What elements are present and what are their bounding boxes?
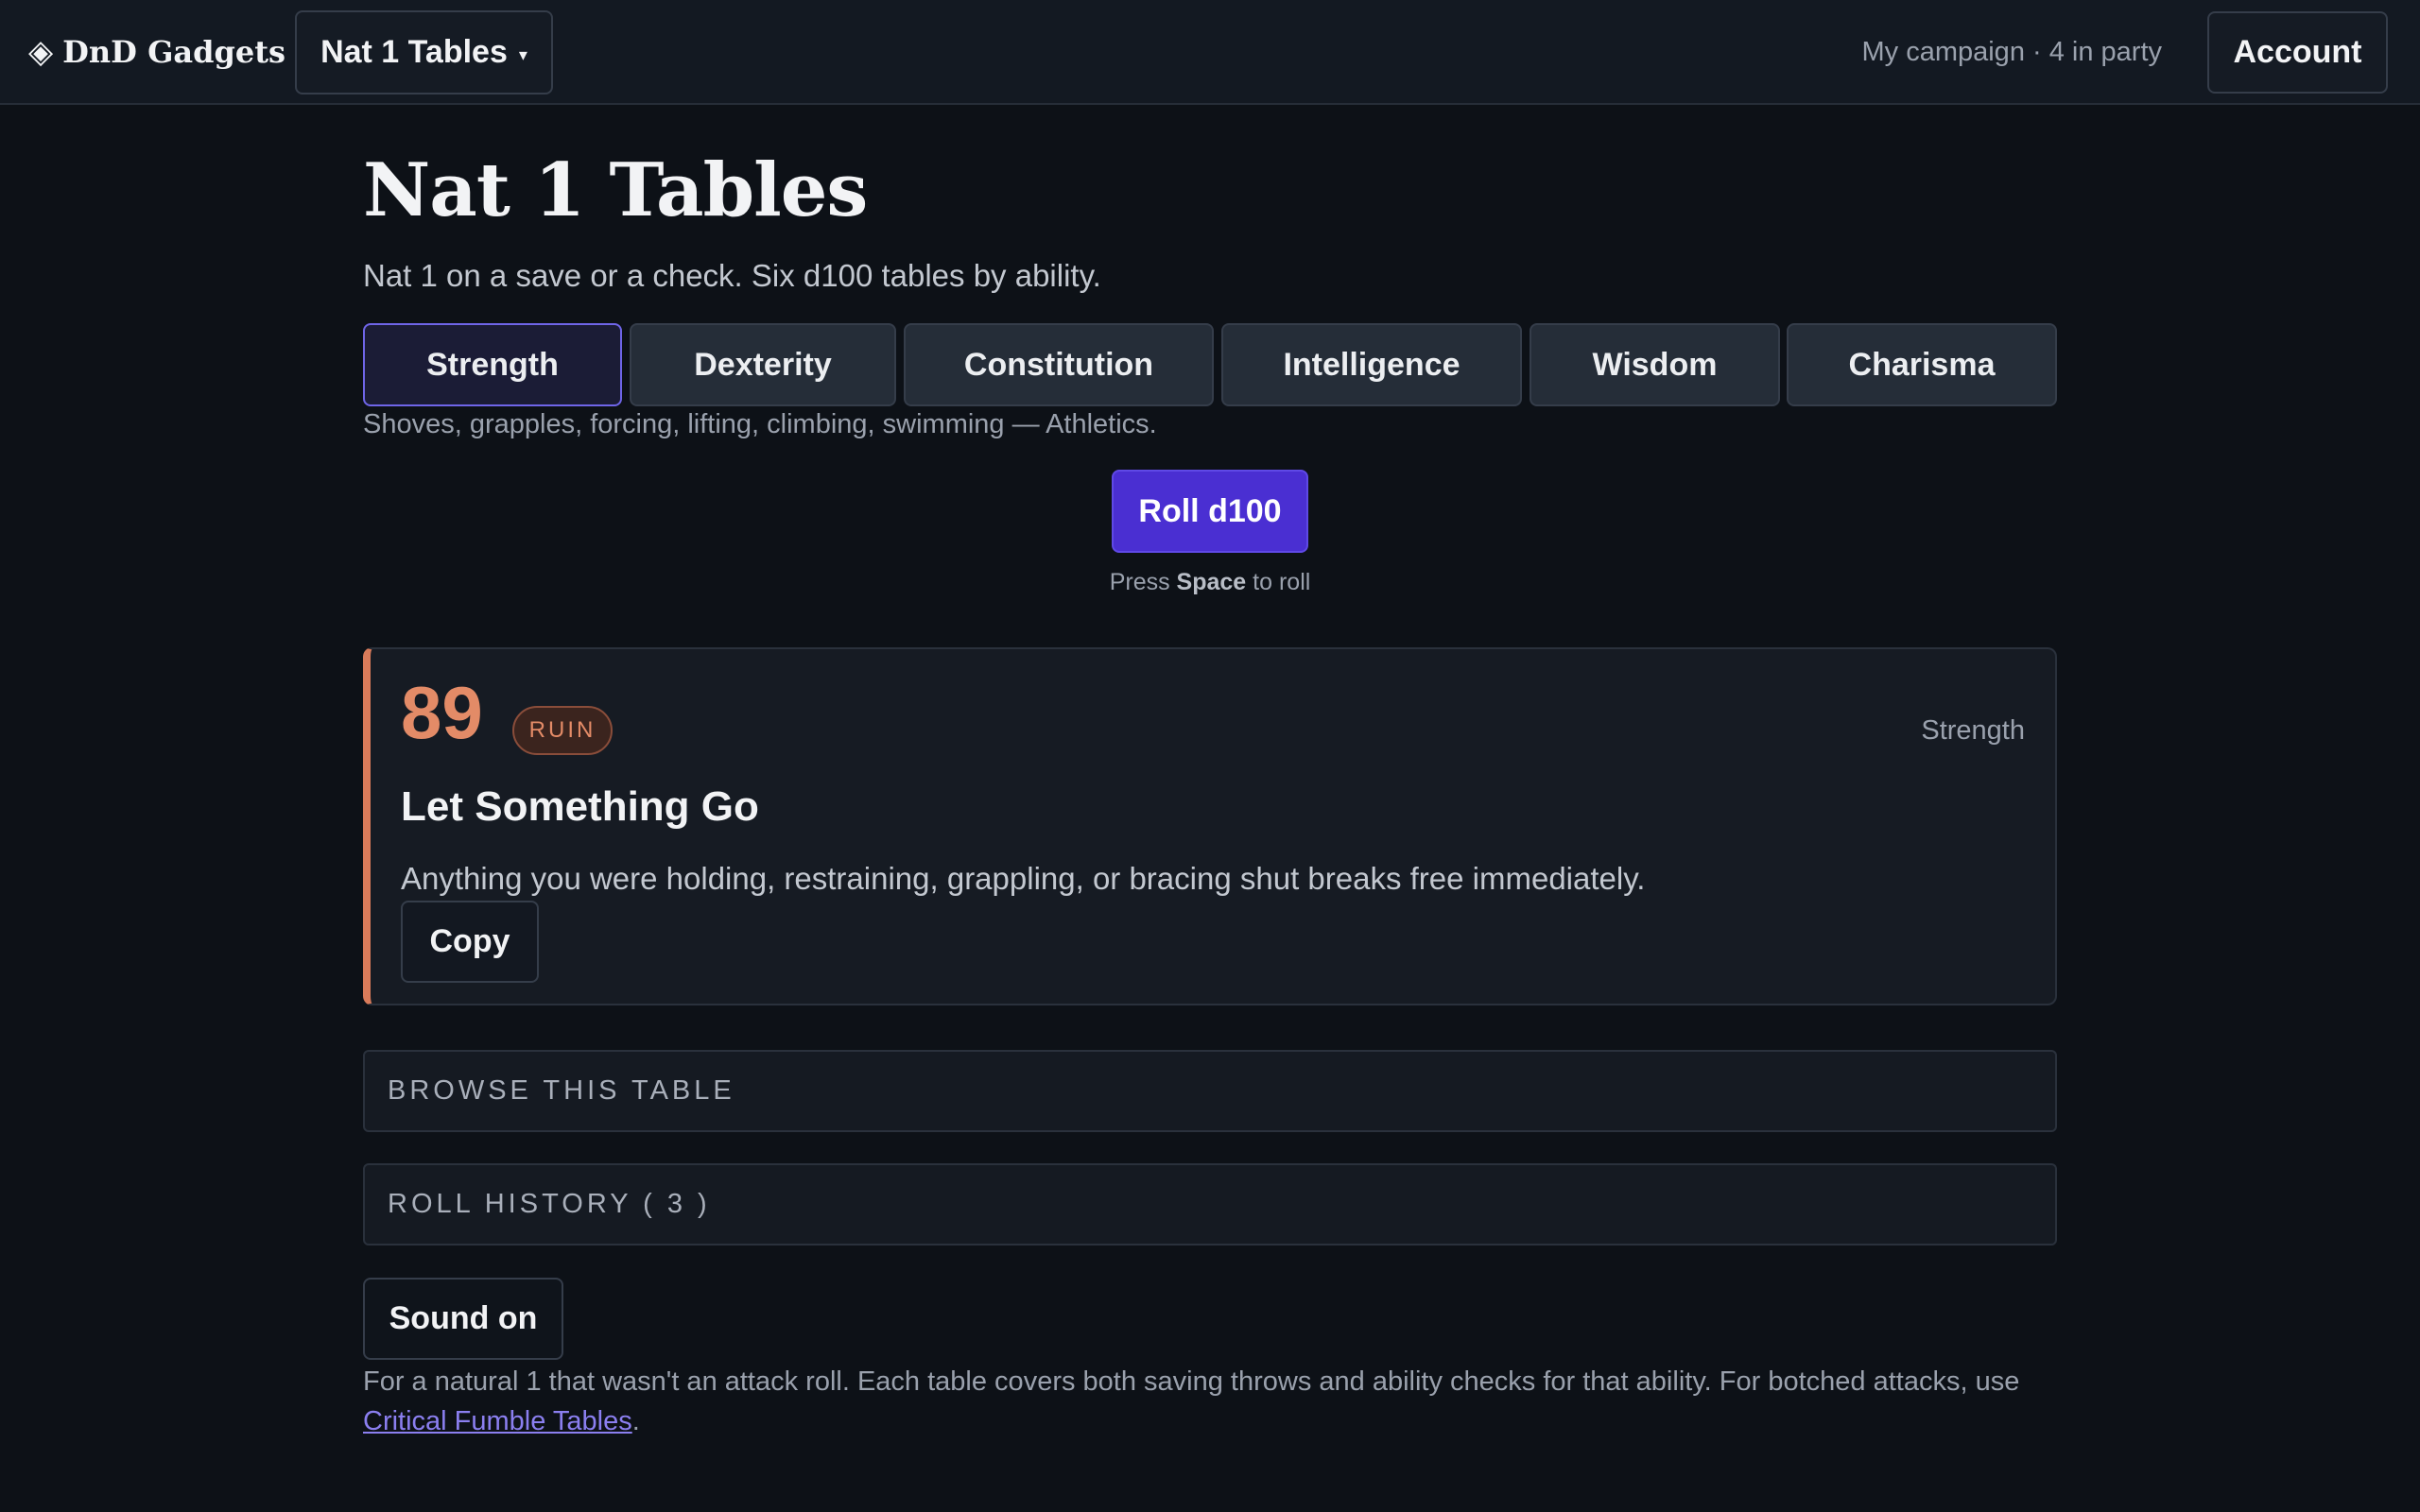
tool-selector-label: Nat 1 Tables — [320, 34, 508, 70]
site-logo[interactable]: ◈ DnD Gadgets — [28, 28, 285, 76]
roll-result-card: 89 RUIN Strength Let Something Go Anythi… — [363, 647, 2057, 1005]
copy-button[interactable]: Copy — [401, 901, 539, 983]
tab-description: Shoves, grapples, forcing, lifting, clim… — [363, 409, 1157, 439]
footnote: For a natural 1 that wasn't an attack ro… — [363, 1362, 2057, 1441]
roll-result-number: 89 — [401, 671, 483, 754]
diamond-icon: ◈ — [28, 33, 54, 71]
site-name: DnD Gadgets — [62, 34, 286, 70]
result-ability: Strength — [1921, 715, 2025, 746]
tier-badge: RUIN — [512, 706, 613, 755]
footnote-suffix: . — [631, 1406, 640, 1436]
sound-toggle-button[interactable]: Sound on — [363, 1278, 563, 1360]
tab-charisma[interactable]: Charisma — [1787, 323, 2057, 406]
roll-history-toggle[interactable]: ROLL HISTORY ( 3 ) — [363, 1163, 2057, 1246]
page-subtitle: Nat 1 on a save or a check. Six d100 tab… — [363, 258, 1101, 293]
roll-hint-key: Space — [1176, 569, 1247, 595]
roll-hint-prefix: Press — [1109, 569, 1170, 595]
roll-hint-suffix: to roll — [1253, 569, 1311, 595]
browse-table-toggle[interactable]: BROWSE THIS TABLE — [363, 1050, 2057, 1132]
roll-hint: Press Space to roll — [363, 569, 2057, 596]
ability-tabs: Strength Dexterity Constitution Intellig… — [363, 323, 2057, 406]
critical-fumble-link[interactable]: Critical Fumble Tables — [363, 1406, 632, 1436]
tab-strength[interactable]: Strength — [363, 323, 622, 406]
chevron-down-icon: ▾ — [518, 45, 527, 64]
result-title: Let Something Go — [401, 783, 759, 830]
roll-d100-button[interactable]: Roll d100 — [1112, 470, 1308, 553]
tab-constitution[interactable]: Constitution — [904, 323, 1214, 406]
footnote-text: For a natural 1 that wasn't an attack ro… — [363, 1366, 2020, 1397]
tab-intelligence[interactable]: Intelligence — [1221, 323, 1522, 406]
account-button[interactable]: Account — [2207, 11, 2388, 94]
tool-selector-dropdown[interactable]: Nat 1 Tables ▾ — [295, 10, 553, 94]
top-bar: ◈ DnD Gadgets Nat 1 Tables ▾ My campaign… — [0, 0, 2420, 105]
campaign-status: My campaign · 4 in party — [1861, 36, 2162, 67]
tab-dexterity[interactable]: Dexterity — [630, 323, 896, 406]
page-title: Nat 1 Tables — [363, 147, 868, 233]
result-description: Anything you were holding, restraining, … — [401, 861, 1646, 896]
tab-wisdom[interactable]: Wisdom — [1530, 323, 1780, 406]
